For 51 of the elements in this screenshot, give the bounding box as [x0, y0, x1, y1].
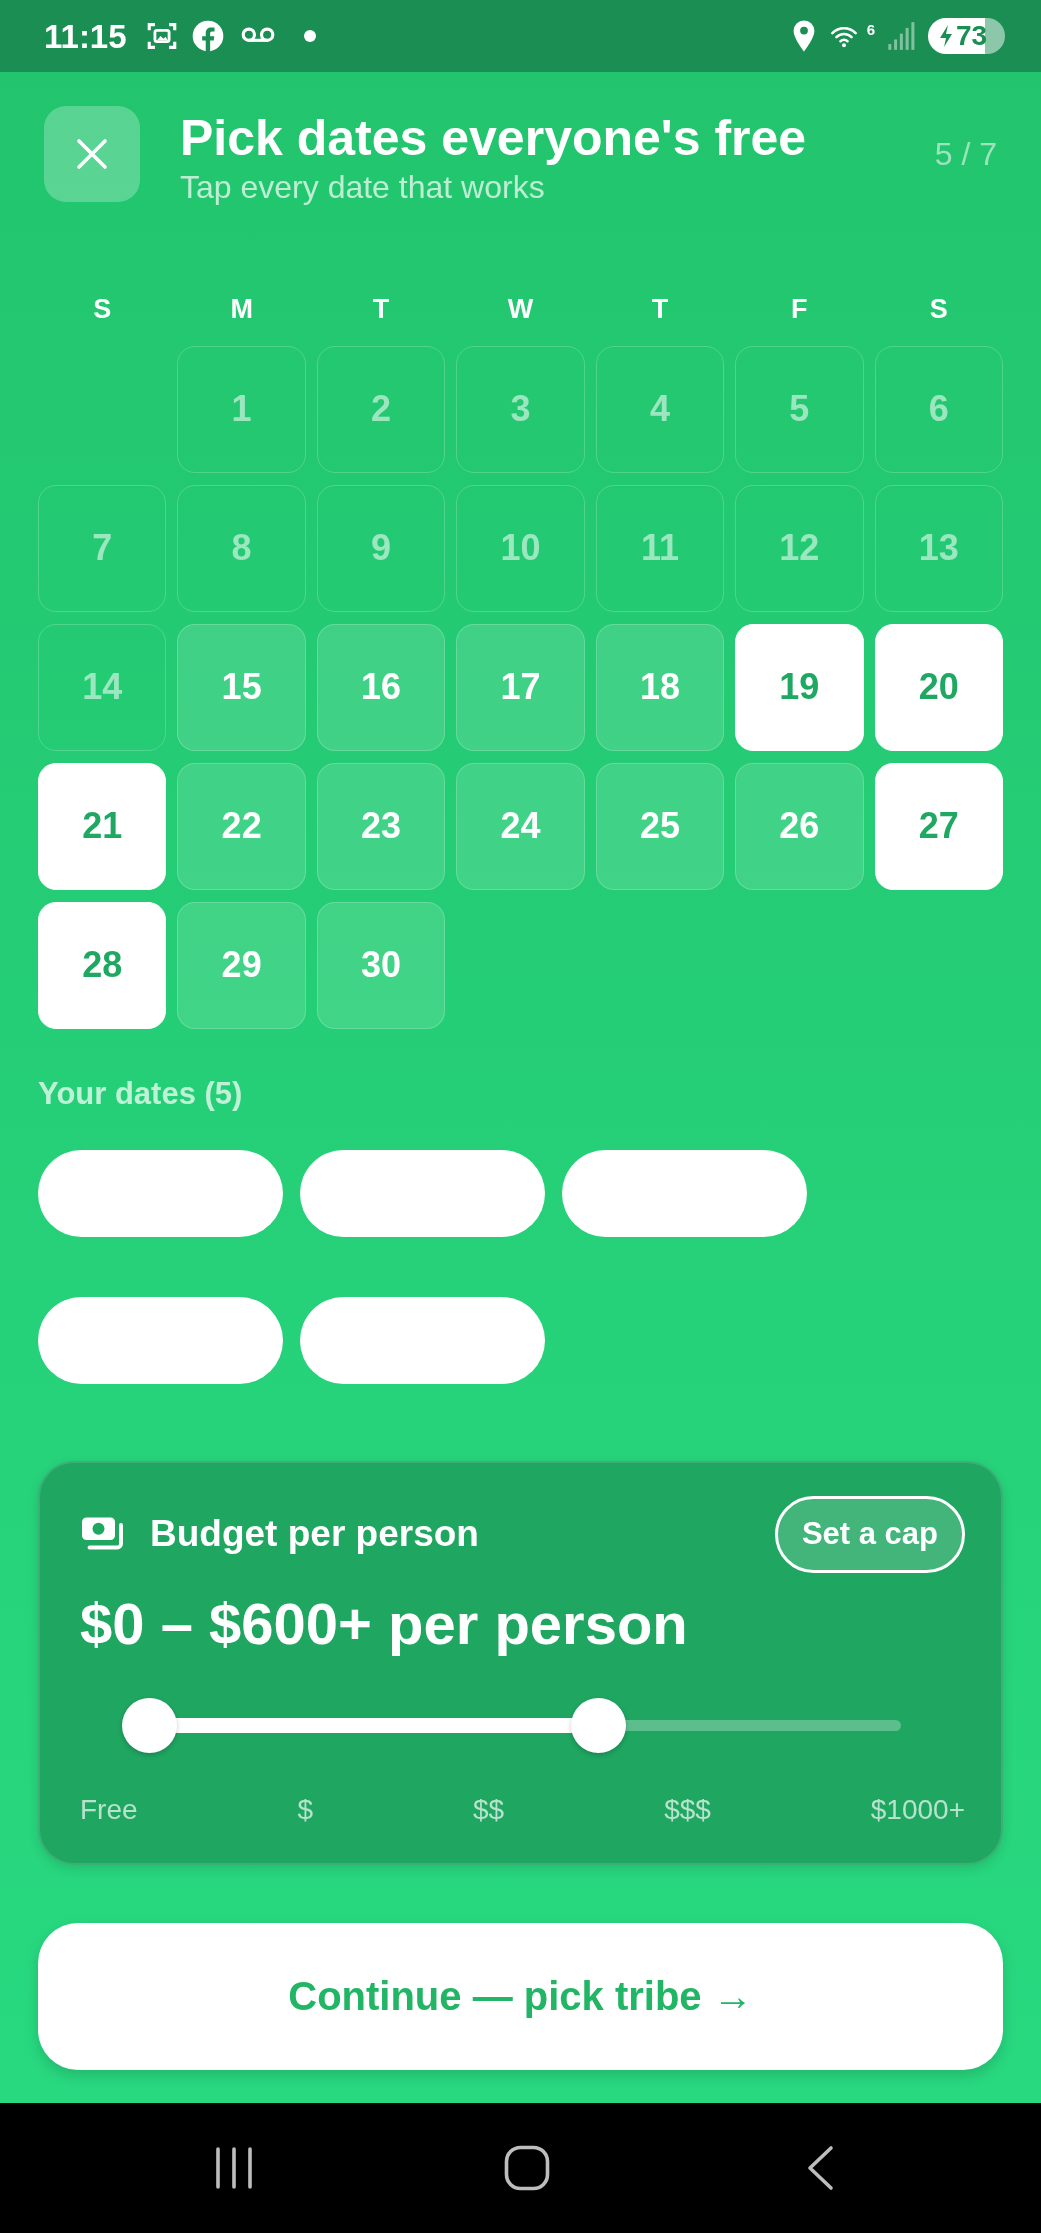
step-counter: 5 / 7: [934, 135, 997, 174]
weekday-label: S: [928, 292, 949, 326]
home-icon[interactable]: [503, 2145, 550, 2191]
set-cap-button[interactable]: Set a cap: [774, 1495, 965, 1573]
budget-title: Budget per person: [150, 1512, 479, 1557]
calendar-day[interactable]: 15: [177, 623, 306, 751]
weekday-label: F: [790, 292, 809, 326]
calendar-day[interactable]: 17: [456, 623, 585, 751]
page-title: Pick dates everyone's free: [180, 110, 807, 168]
section-label: Your dates (5): [38, 1075, 244, 1112]
page-subtitle: Tap every date that works: [180, 167, 546, 206]
scale-label: $1000+: [870, 1792, 965, 1826]
weekday-label: T: [650, 292, 670, 326]
recents-icon[interactable]: [213, 2147, 254, 2189]
scale-label: $: [297, 1792, 314, 1826]
close-icon: [76, 138, 108, 170]
calendar-day[interactable]: 19: [735, 623, 864, 751]
calendar-day[interactable]: 20: [874, 623, 1003, 751]
calendar-day[interactable]: 27: [874, 762, 1003, 890]
weekday-label: M: [229, 292, 254, 326]
f-circle-icon: [191, 20, 224, 52]
bolt-icon: [938, 24, 954, 48]
slider-thumb[interactable]: [570, 1697, 626, 1753]
calendar-day[interactable]: 28: [38, 901, 167, 1029]
calendar-day[interactable]: 16: [316, 623, 446, 751]
calendar-day[interactable]: 30: [316, 901, 446, 1029]
calendar-day[interactable]: 22: [177, 762, 306, 890]
calendar-day[interactable]: 24: [456, 762, 585, 890]
continue-button[interactable]: Continue — pick tribe →: [38, 1922, 1003, 2070]
calendar-day[interactable]: 18: [595, 623, 725, 751]
calendar-day[interactable]: 21: [38, 762, 167, 890]
close-button[interactable]: [44, 106, 140, 202]
signal-icon: [887, 21, 915, 51]
wifi-label: 6: [866, 22, 875, 37]
slider-thumb[interactable]: [122, 1697, 177, 1753]
back-icon[interactable]: [805, 2145, 834, 2191]
calendar-day[interactable]: 25: [595, 762, 725, 890]
weekday-label: W: [506, 292, 535, 326]
calendar-day[interactable]: 29: [177, 901, 306, 1029]
wifi-icon: [829, 24, 858, 48]
weekday-label: S: [92, 292, 113, 326]
calendar-day[interactable]: 26: [735, 762, 864, 890]
calendar-day[interactable]: 23: [316, 762, 446, 890]
dot-icon: [303, 30, 316, 42]
scale-label: $$$: [664, 1792, 711, 1826]
scale-label: Free: [80, 1792, 138, 1826]
scale-label: $$: [473, 1792, 505, 1826]
weekday-label: T: [371, 292, 391, 326]
budget-range: $0 – $600+ per person: [80, 1589, 689, 1658]
clock-time: 11:15: [44, 19, 127, 53]
battery-level: 73: [956, 22, 988, 50]
